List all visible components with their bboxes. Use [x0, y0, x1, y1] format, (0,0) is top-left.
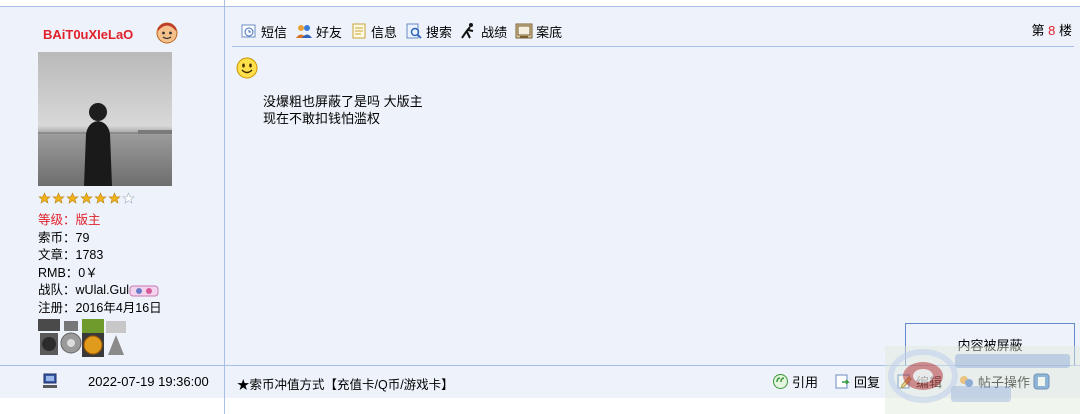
post-line: 没爆粗也屏蔽了是吗 大版主 [263, 94, 423, 109]
computer-icon [43, 373, 57, 388]
site-watermark-logo [885, 346, 1080, 414]
quote-button[interactable]: 引用 [772, 372, 818, 391]
star-filled-icon [38, 192, 51, 204]
quote-icon [773, 374, 788, 389]
post-content: 没爆粗也屏蔽了是吗 大版主 现在不敢扣钱怕滥权 [263, 93, 423, 127]
team-badge-icon [129, 285, 159, 297]
search-icon [406, 23, 422, 39]
friends-icon [296, 25, 313, 38]
user-face-icon [156, 22, 178, 44]
user-level: 等级：版主 [38, 213, 101, 227]
user-info: 等级：版主 索币：79 文章：1783 RMB：0￥ 战队：wUlal.Gul … [38, 212, 162, 318]
reply-button[interactable]: 回复 [834, 372, 880, 391]
toolbar-file-button[interactable]: 案底 [515, 22, 562, 41]
toolbar-divider [232, 46, 1074, 47]
star-filled-icon [80, 192, 93, 204]
user-rmb: RMB：0￥ [38, 265, 98, 280]
reply-icon [835, 374, 850, 389]
toolbar-message-button[interactable]: 短信 [240, 22, 287, 41]
toolbar-friends-button[interactable]: 好友 [295, 22, 342, 41]
forum-post-frame: BAiT0uXIeLaO 等级：版主 索币：79 文章：1783 RMB：0￥ … [0, 0, 1080, 414]
user-medals [38, 319, 126, 357]
user-posts: 文章：1783 [38, 248, 104, 263]
toolbar-record-button[interactable]: 战绩 [460, 22, 507, 41]
star-filled-icon [108, 192, 121, 204]
post-toolbar: 短信 好友 信息 搜索 战绩 案底 [240, 20, 562, 42]
star-filled-icon [94, 192, 107, 204]
team-link[interactable]: wUlal.Gul [76, 283, 130, 297]
toolbar-info-button[interactable]: 信息 [350, 22, 397, 41]
user-avatar[interactable] [38, 52, 172, 186]
user-team: 战队：wUlal.Gul [38, 282, 162, 300]
file-icon [515, 23, 533, 39]
username-link[interactable]: BAiT0uXIeLaO [43, 27, 133, 42]
toolbar-search-button[interactable]: 搜索 [405, 22, 452, 41]
previous-post-edge [0, 0, 1080, 7]
star-empty-icon [122, 192, 135, 204]
floor-number: 第 8 楼 [1031, 23, 1072, 38]
user-rating [38, 192, 135, 206]
user-coins: 索币：79 [38, 230, 90, 245]
star-filled-icon [66, 192, 79, 204]
smiley-icon [236, 57, 258, 79]
post-area [225, 7, 1080, 365]
coin-recharge-link[interactable]: ★索币冲值方式【充值卡/Q币/游戏卡】 [237, 374, 454, 393]
post-timestamp: 2022-07-19 19:36:00 [88, 374, 209, 389]
message-icon [241, 24, 256, 38]
info-icon [352, 23, 366, 39]
post-line: 现在不敢扣钱怕滥权 [263, 111, 381, 126]
star-filled-icon [52, 192, 65, 204]
user-register-date: 注册：2016年4月16日 [38, 300, 162, 315]
record-icon [461, 23, 474, 39]
